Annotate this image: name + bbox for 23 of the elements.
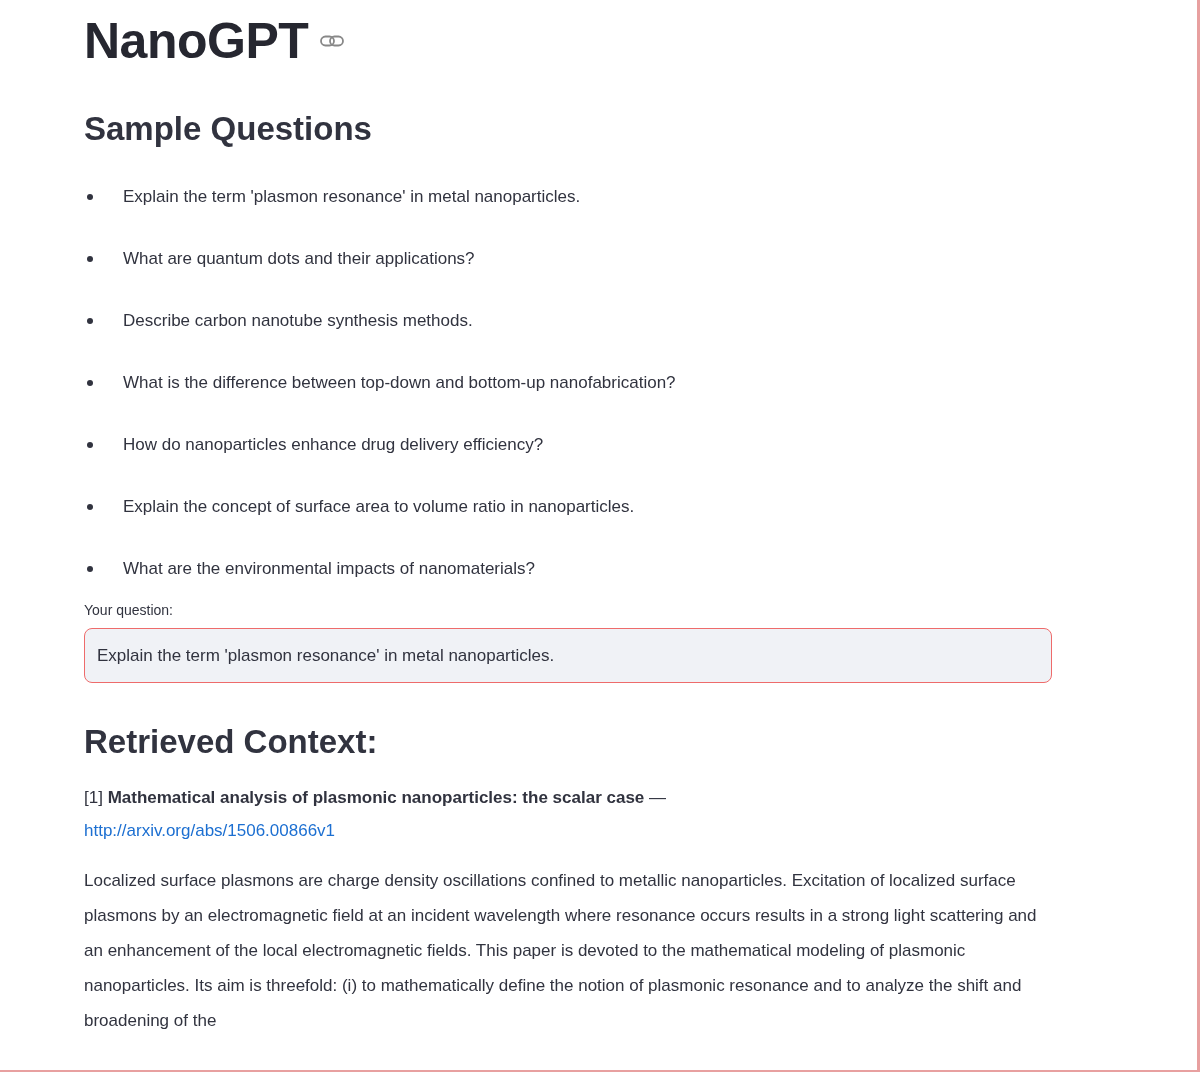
section-heading: Retrieved Context: — [84, 723, 379, 761]
sample-question: What are the environmental impacts of nanomaterials? — [123, 559, 535, 579]
result-link[interactable]: http://arxiv.org/abs/1506.00866v1 — [84, 821, 336, 842]
field-label: Your question: — [84, 602, 174, 618]
section-heading: Sample Questions — [84, 110, 373, 148]
sample-question: How do nanoparticles enhance drug delivery efficiency? — [123, 435, 544, 455]
sample-question: What is the difference between top-down and bottom-up nanofabrication? — [123, 373, 676, 393]
bullet-icon — [87, 380, 93, 386]
page-title: NanoGPT — [84, 12, 309, 70]
bullet-icon — [87, 318, 93, 324]
bullet-icon — [87, 194, 93, 200]
input-field[interactable]: Explain the term 'plasmon resonance' in metal nanoparticles. — [84, 628, 1052, 683]
bullet-icon — [87, 256, 93, 262]
bullet-icon — [87, 442, 93, 448]
bullet-icon — [87, 566, 93, 572]
bullet-icon — [87, 504, 93, 510]
sample-question: Explain the concept of surface area to volume ratio in nanoparticles. — [123, 497, 635, 517]
sample-question: What are quantum dots and their applications? — [123, 249, 475, 269]
link-icon[interactable] — [320, 35, 345, 47]
sample-question: Describe carbon nanotube synthesis methods. — [123, 311, 473, 331]
sample-question: Explain the term 'plasmon resonance' in metal nanoparticles. — [123, 187, 581, 207]
result-title: [1] Mathematical analysis of plasmonic nanoparticles: the scalar case — — [84, 787, 668, 809]
result-abstract: Localized surface plasmons are charge density oscillations confined to metallic nanoparticles. Excitation of localized surface plasmons by an electromagnetic field at an incident wavelength where resonance occurs results in a strong light scattering and an enhancement of the local electromagnetic fields. This paper is devoted to the mathematical modeling of plasmonic nanoparticles. Its aim is threefold: (i) to mathematically define the notion of plasmonic resonance and to analyze the shift and broadening of the — [84, 870, 1038, 1033]
